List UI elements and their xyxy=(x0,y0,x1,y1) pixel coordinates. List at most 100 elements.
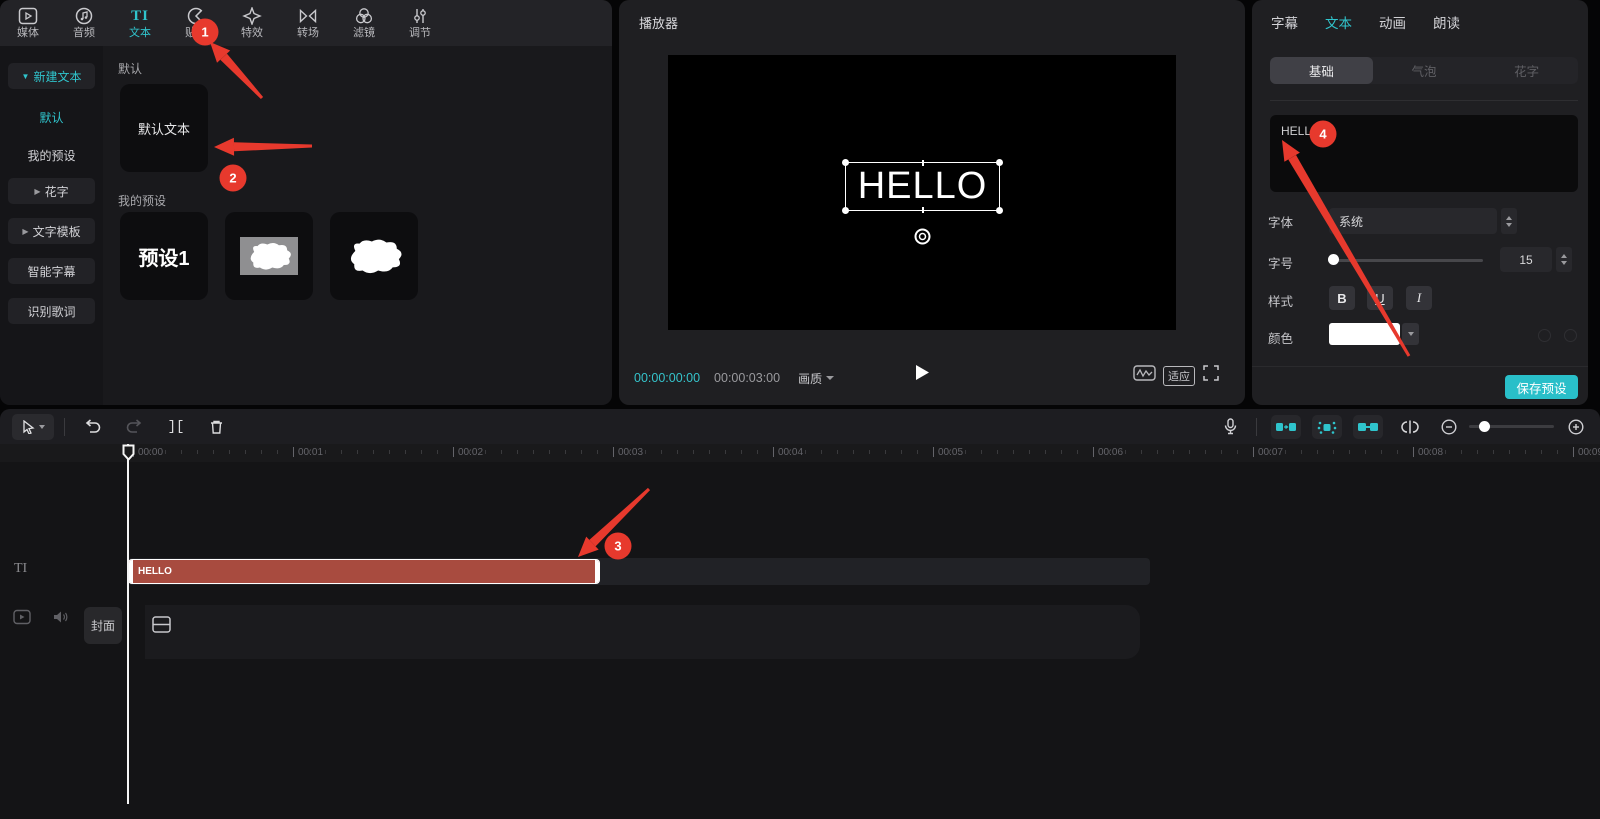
tab-text[interactable]: TI 文本 xyxy=(112,1,168,45)
resize-handle-br[interactable] xyxy=(996,207,1003,214)
tab-transitions[interactable]: 转场 xyxy=(280,1,336,45)
timeline-ruler[interactable]: 00:0000:0100:0200:0300:0400:0500:0600:07… xyxy=(0,444,1600,462)
rotate-handle-icon[interactable] xyxy=(914,228,931,250)
tab-animation[interactable]: 动画 xyxy=(1379,12,1406,32)
tab-subtitle[interactable]: 字幕 xyxy=(1271,12,1298,32)
tab-filters[interactable]: 滤镜 xyxy=(336,1,392,45)
record-voiceover-button[interactable] xyxy=(1218,418,1242,435)
quality-dropdown[interactable]: 画质 xyxy=(798,370,834,387)
color-swatch[interactable] xyxy=(1329,323,1400,345)
canvas-text[interactable]: HELLO xyxy=(846,163,999,210)
text-selection-box[interactable]: HELLO xyxy=(845,162,1000,211)
tab-media[interactable]: 媒体 xyxy=(0,1,56,45)
text-content-input[interactable]: HELLO xyxy=(1270,115,1578,192)
sidebar-item-text-templates[interactable]: ▶ 文字模板 xyxy=(8,218,95,244)
video-canvas[interactable]: HELLO xyxy=(668,55,1176,330)
ruler-minor-tick xyxy=(405,450,406,454)
ruler-minor-tick xyxy=(437,450,438,454)
ruler-minor-tick xyxy=(1189,450,1190,454)
playhead-line[interactable] xyxy=(127,444,129,804)
waveform-toggle-icon[interactable] xyxy=(1133,365,1156,386)
main-track-lane[interactable] xyxy=(145,605,1140,659)
size-slider-thumb[interactable] xyxy=(1328,254,1339,265)
ruler-minor-tick xyxy=(1237,450,1238,454)
card-preset-1[interactable]: 预设1 xyxy=(120,212,208,300)
ruler-minor-tick xyxy=(805,450,806,454)
track-visibility-icon[interactable] xyxy=(13,609,31,630)
card-preset-3[interactable] xyxy=(330,212,418,300)
zoom-in-button[interactable] xyxy=(1566,419,1586,435)
bold-button[interactable]: B xyxy=(1329,286,1355,310)
resize-handle-tr[interactable] xyxy=(996,159,1003,166)
redo-button[interactable] xyxy=(122,419,146,434)
ruler-minor-tick xyxy=(965,450,966,454)
tab-media-label: 媒体 xyxy=(17,27,39,39)
zoom-slider-track[interactable] xyxy=(1469,425,1554,428)
size-slider-track[interactable] xyxy=(1328,259,1483,262)
size-stepper[interactable] xyxy=(1556,247,1572,272)
delete-button[interactable] xyxy=(204,419,228,435)
tab-text-props[interactable]: 文本 xyxy=(1325,12,1352,32)
tab-adjust[interactable]: 调节 xyxy=(392,1,448,45)
resize-handle-tl[interactable] xyxy=(842,159,849,166)
text-clip[interactable]: HELLO xyxy=(128,559,600,584)
subtab-bubble[interactable]: 气泡 xyxy=(1373,57,1476,84)
split-preview-button[interactable] xyxy=(1397,420,1423,434)
split-button[interactable]: ][ xyxy=(164,419,188,435)
sidebar-item-smart-captions[interactable]: 智能字幕 xyxy=(8,258,95,284)
zoom-slider-thumb[interactable] xyxy=(1479,421,1490,432)
ruler-minor-tick xyxy=(1365,450,1366,454)
link-clips-button[interactable] xyxy=(1353,415,1383,439)
undo-button[interactable] xyxy=(81,419,105,434)
track-mute-icon[interactable] xyxy=(53,610,70,629)
card-default-text[interactable]: 默认文本 xyxy=(120,84,208,172)
zoom-out-button[interactable] xyxy=(1439,419,1459,435)
snap-toggle-button[interactable] xyxy=(1271,415,1301,439)
card-preset-2[interactable] xyxy=(225,212,313,300)
add-media-track-icon[interactable] xyxy=(152,616,171,638)
sidebar-item-default[interactable]: 默认 xyxy=(8,104,95,130)
ruler-minor-tick xyxy=(725,450,726,454)
ruler-time-label: 00:01 xyxy=(298,447,323,458)
fit-button[interactable]: 适应 xyxy=(1163,366,1195,386)
ruler-minor-tick xyxy=(1029,450,1030,454)
ruler-minor-tick xyxy=(901,450,902,454)
ruler-minor-tick xyxy=(1157,450,1158,454)
chevron-down-icon xyxy=(1561,261,1567,265)
save-preset-button[interactable]: 保存预设 xyxy=(1505,375,1578,399)
microphone-icon xyxy=(1224,418,1237,435)
tab-sticker[interactable]: 贴纸 xyxy=(168,1,224,45)
sidebar-item-fancy-text[interactable]: ▶ 花字 xyxy=(8,178,95,204)
ruler-minor-tick xyxy=(661,450,662,454)
font-select[interactable]: 系统 xyxy=(1329,208,1497,234)
caret-down-icon: ▼ xyxy=(22,72,30,81)
clip-trim-handle-left[interactable] xyxy=(129,560,133,583)
ruler-minor-tick xyxy=(181,450,182,454)
underline-button[interactable]: U xyxy=(1367,286,1393,310)
tab-audio[interactable]: 音频 xyxy=(56,1,112,45)
clip-trim-handle-right[interactable] xyxy=(595,560,599,583)
playhead-head[interactable] xyxy=(122,444,135,466)
sidebar-item-my-presets[interactable]: 我的预设 xyxy=(8,142,95,168)
cover-button[interactable]: 封面 xyxy=(84,607,122,644)
trash-icon xyxy=(209,419,224,435)
italic-button[interactable]: I xyxy=(1406,286,1432,310)
tab-read-aloud[interactable]: 朗读 xyxy=(1433,12,1460,32)
ruler-minor-tick xyxy=(341,450,342,454)
subtab-basic[interactable]: 基础 xyxy=(1270,57,1373,84)
color-dropdown-button[interactable] xyxy=(1402,323,1419,345)
subtab-fancy[interactable]: 花字 xyxy=(1475,57,1578,84)
play-button[interactable] xyxy=(915,364,930,386)
font-stepper[interactable] xyxy=(1501,208,1517,234)
tab-effects[interactable]: 特效 xyxy=(224,1,280,45)
cursor-tool-button[interactable] xyxy=(12,414,54,440)
preview-axis-button[interactable] xyxy=(1312,415,1342,439)
resize-handle-bl[interactable] xyxy=(842,207,849,214)
sidebar-item-recognize-lyrics[interactable]: 识别歌词 xyxy=(8,298,95,324)
chevron-up-icon xyxy=(1506,216,1512,220)
ruler-minor-tick xyxy=(1173,450,1174,454)
size-value-field[interactable]: 15 xyxy=(1500,247,1552,272)
sidebar-item-new-text[interactable]: ▼ 新建文本 xyxy=(8,63,95,89)
fullscreen-icon[interactable] xyxy=(1203,365,1219,386)
timeline-zoom-slider[interactable] xyxy=(1469,425,1554,428)
